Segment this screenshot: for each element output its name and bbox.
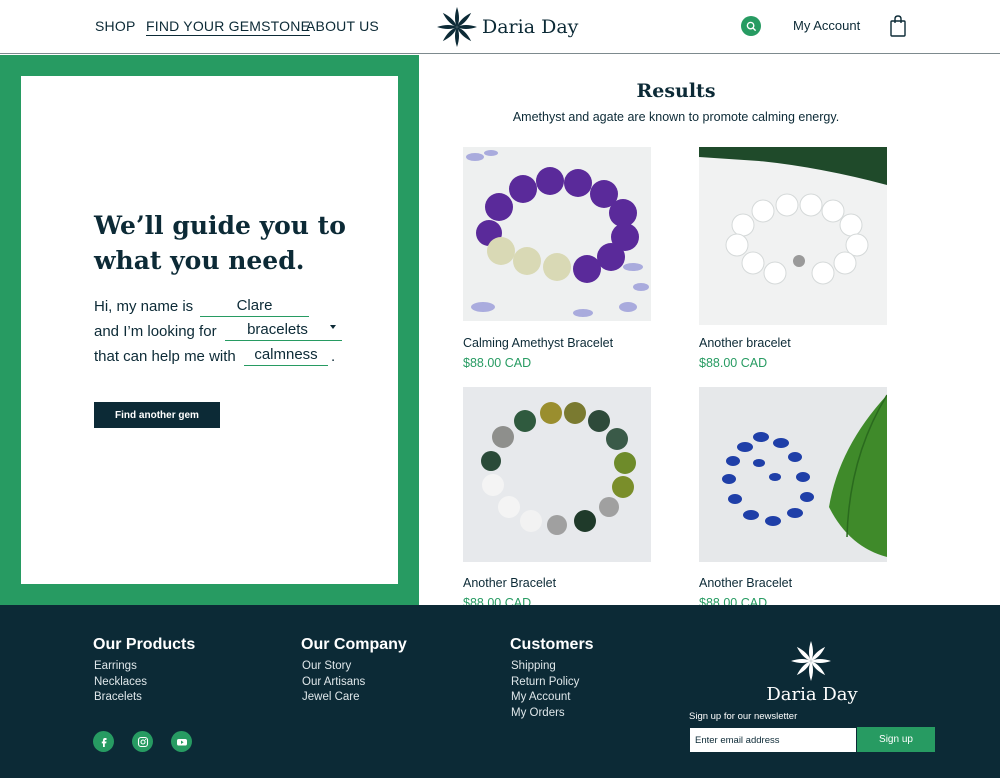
search-icon: [746, 21, 756, 31]
nav-find-gemstone[interactable]: FIND YOUR GEMSTONE: [146, 18, 311, 36]
nav-shop[interactable]: SHOP: [95, 18, 135, 34]
product-prompt: and I’m looking for: [94, 323, 217, 340]
product-price: $88.00 CAD: [699, 596, 768, 605]
product-name[interactable]: Calming Amethyst Bracelet: [463, 336, 613, 350]
find-another-gem-button[interactable]: Find another gem: [94, 402, 220, 428]
footer-link-return-policy[interactable]: Return Policy: [511, 675, 579, 691]
product-name[interactable]: Another Bracelet: [699, 576, 792, 590]
guide-title: We’ll guide you to what you need.: [94, 211, 346, 275]
product-name[interactable]: Another Bracelet: [463, 576, 556, 590]
newsletter-label: Sign up for our newsletter: [689, 711, 798, 722]
email-input[interactable]: [690, 728, 856, 752]
footer-customers-list: Shipping Return Policy My Account My Ord…: [511, 659, 579, 721]
footer-link-my-account[interactable]: My Account: [511, 690, 579, 706]
name-prompt: Hi, my name is: [94, 298, 194, 315]
sentence-period: .: [331, 348, 336, 365]
footer-company-list: Our Story Our Artisans Jewel Care: [302, 659, 365, 706]
footer-link-our-artisans[interactable]: Our Artisans: [302, 675, 365, 691]
site-header: SHOP FIND YOUR GEMSTONE ABOUT US Daria D…: [0, 0, 1000, 54]
footer-heading-customers: Customers: [510, 636, 594, 653]
footer-link-our-story[interactable]: Our Story: [302, 659, 365, 675]
quartz-bracelet-image: [699, 147, 887, 325]
chevron-down-icon[interactable]: [330, 325, 336, 329]
footer-link-bracelets[interactable]: Bracelets: [94, 690, 147, 706]
search-button[interactable]: [741, 16, 761, 36]
results-title: Results: [636, 80, 716, 102]
product-price: $88.00 CAD: [463, 596, 532, 605]
need-field[interactable]: calmness: [244, 346, 328, 366]
shopping-bag-icon: [890, 15, 906, 37]
instagram-icon: [137, 736, 148, 747]
product-name[interactable]: Another bracelet: [699, 336, 791, 350]
signup-button[interactable]: Sign up: [857, 727, 935, 752]
footer-link-necklaces[interactable]: Necklaces: [94, 675, 147, 691]
instagram-button[interactable]: [132, 731, 153, 752]
site-footer: Our Products Earrings Necklaces Bracelet…: [0, 605, 1000, 778]
facebook-button[interactable]: [93, 731, 114, 752]
name-field[interactable]: Clare: [200, 297, 309, 317]
product-image-lapis[interactable]: [699, 387, 887, 562]
youtube-button[interactable]: [171, 731, 192, 752]
product-image-agate[interactable]: [463, 387, 651, 562]
footer-heading-products: Our Products: [93, 636, 196, 653]
footer-heading-company: Our Company: [301, 636, 407, 653]
results-subtitle: Amethyst and agate are known to promote …: [512, 110, 840, 124]
footer-link-my-orders[interactable]: My Orders: [511, 706, 579, 722]
cart-button[interactable]: [888, 14, 908, 38]
star-flower-icon: [791, 641, 831, 681]
product-image-quartz[interactable]: [699, 147, 887, 325]
product-price: $88.00 CAD: [699, 356, 768, 370]
product-image-amethyst[interactable]: [463, 147, 651, 321]
my-account-link[interactable]: My Account: [793, 18, 860, 33]
youtube-icon: [176, 738, 187, 745]
amethyst-bracelet-image: [463, 147, 651, 321]
footer-brand-name: Daria Day: [766, 684, 858, 705]
footer-products-list: Earrings Necklaces Bracelets: [94, 659, 147, 706]
footer-link-earrings[interactable]: Earrings: [94, 659, 147, 675]
facebook-icon: [101, 737, 106, 747]
star-flower-icon: [437, 7, 477, 47]
need-prompt: that can help me with: [94, 348, 236, 365]
nav-about[interactable]: ABOUT US: [306, 18, 379, 34]
product-select[interactable]: bracelets: [225, 321, 342, 341]
footer-link-shipping[interactable]: Shipping: [511, 659, 579, 675]
footer-link-jewel-care[interactable]: Jewel Care: [302, 690, 365, 706]
lapis-bracelet-image: [699, 387, 887, 562]
product-price: $88.00 CAD: [463, 356, 532, 370]
brand-name: Daria Day: [482, 16, 579, 38]
brand-logo[interactable]: Daria Day: [436, 6, 578, 48]
agate-bracelet-image: [463, 387, 651, 562]
